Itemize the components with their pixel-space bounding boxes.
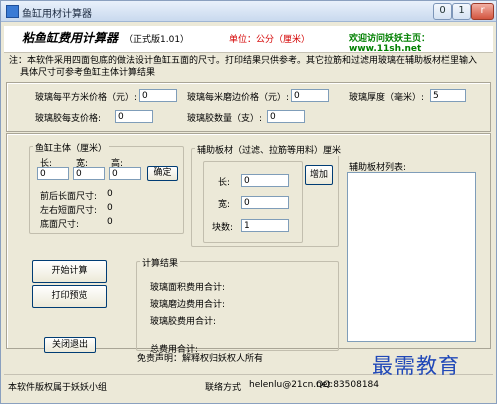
glue-price-input[interactable] [115,110,153,123]
glue-price-label: 玻璃胶每支价格: [35,114,102,124]
header-banner: 粘鱼缸费用计算器 （正式版1.01） 单位：公分（厘米） 欢迎访问妖妖主页：ww… [4,26,493,54]
add-button[interactable]: 增加 [305,165,333,185]
tank-group-title: 鱼缸主体（厘米） [33,141,110,154]
qq-text: QQ:83508184 [316,380,380,390]
main-panel: 鱼缸主体（厘米） 长: 宽: 高: 确定 前后长面尺寸: 0 左右短面尺寸: 0… [6,133,491,355]
copyright-text: 本软件版权属于妖妖小组 [8,383,108,393]
maximize-button[interactable]: 1 [452,3,471,20]
bottom-value: 0 [107,217,113,227]
front-back-value: 0 [107,189,113,199]
aux-group-title: 辅助板材（过滤、拉筋等用料）厘米 [195,143,344,156]
price-panel: 玻璃每平方米价格（元）: 玻璃每米磨边价格（元）: 玻璃厚度（毫米）: 玻璃胶每… [6,82,491,132]
app-window: 鱼缸用材计算器 0 1 r 粘鱼缸费用计算器 （正式版1.01） 单位：公分（厘… [0,0,497,404]
print-preview-button[interactable]: 打印预览 [32,285,107,308]
edge-price-label: 玻璃每米磨边价格（元）: [187,93,290,103]
close-button[interactable]: r [471,3,494,20]
tank-width-input[interactable] [73,167,105,180]
glue-qty-label: 玻璃胶数量（支）: [187,114,263,124]
glue-qty-input[interactable] [267,110,305,123]
minimize-button[interactable]: 0 [433,3,452,20]
aux-width-label: 宽: [218,200,231,210]
glue-total-label: 玻璃胶费用合计: [150,317,217,327]
note-line-2: 具体尺寸可参考鱼缸主体计算结果 [20,68,156,78]
result-group-title: 计算结果 [140,256,181,269]
tank-length-input[interactable] [37,167,69,180]
exit-button[interactable]: 关闭退出 [44,337,96,353]
left-right-label: 左右短面尺寸: [40,206,98,216]
homepage-link[interactable]: 欢迎访问妖妖主页：www.11sh.net [349,31,493,54]
note-text: 注：本软件采用四面包底的做法设计鱼缸五面的尺寸。打印结果只供参考。其它拉筋和过滤… [9,55,489,79]
bottom-label: 底面尺寸: [40,220,80,230]
left-right-value: 0 [107,203,113,213]
contact-label: 联络方式 [205,383,242,393]
watermark-text: 最需教育 [372,354,460,378]
note-line-1: 注：本软件采用四面包底的做法设计鱼缸五面的尺寸。打印结果只供参考。其它拉筋和过滤… [9,56,478,66]
sqm-price-input[interactable] [139,89,177,102]
edge-price-input[interactable] [291,89,329,102]
version-label: （正式版1.01） [124,35,190,45]
sqm-price-label: 玻璃每平方米价格（元）: [35,93,138,103]
glass-edge-total-label: 玻璃磨边费用合计: [150,300,226,310]
window-title: 鱼缸用材计算器 [22,9,92,20]
title-bar: 鱼缸用材计算器 0 1 r [1,1,496,22]
client-area: 粘鱼缸费用计算器 （正式版1.01） 单位：公分（厘米） 欢迎访问妖妖主页：ww… [4,22,493,402]
aux-width-input[interactable] [241,196,289,209]
aux-count-label: 块数: [212,223,234,233]
disclaimer-text: 免责声明：解释权归妖权人所有 [137,354,264,364]
aux-count-input[interactable] [241,219,289,232]
glass-area-total-label: 玻璃面积费用合计: [150,283,226,293]
aux-list[interactable] [347,172,476,342]
unit-label: 单位：公分（厘米） [229,35,311,45]
aux-length-label: 长: [218,178,231,188]
app-icon [6,5,19,18]
tank-height-input[interactable] [109,167,141,180]
app-title: 粘鱼缸费用计算器 [22,31,119,45]
thickness-label: 玻璃厚度（毫米）: [349,93,425,103]
thickness-input[interactable] [430,89,466,102]
confirm-button[interactable]: 确定 [147,166,178,181]
front-back-label: 前后长面尺寸: [40,192,98,202]
aux-length-input[interactable] [241,174,289,187]
calculate-button[interactable]: 开始计算 [32,260,107,283]
